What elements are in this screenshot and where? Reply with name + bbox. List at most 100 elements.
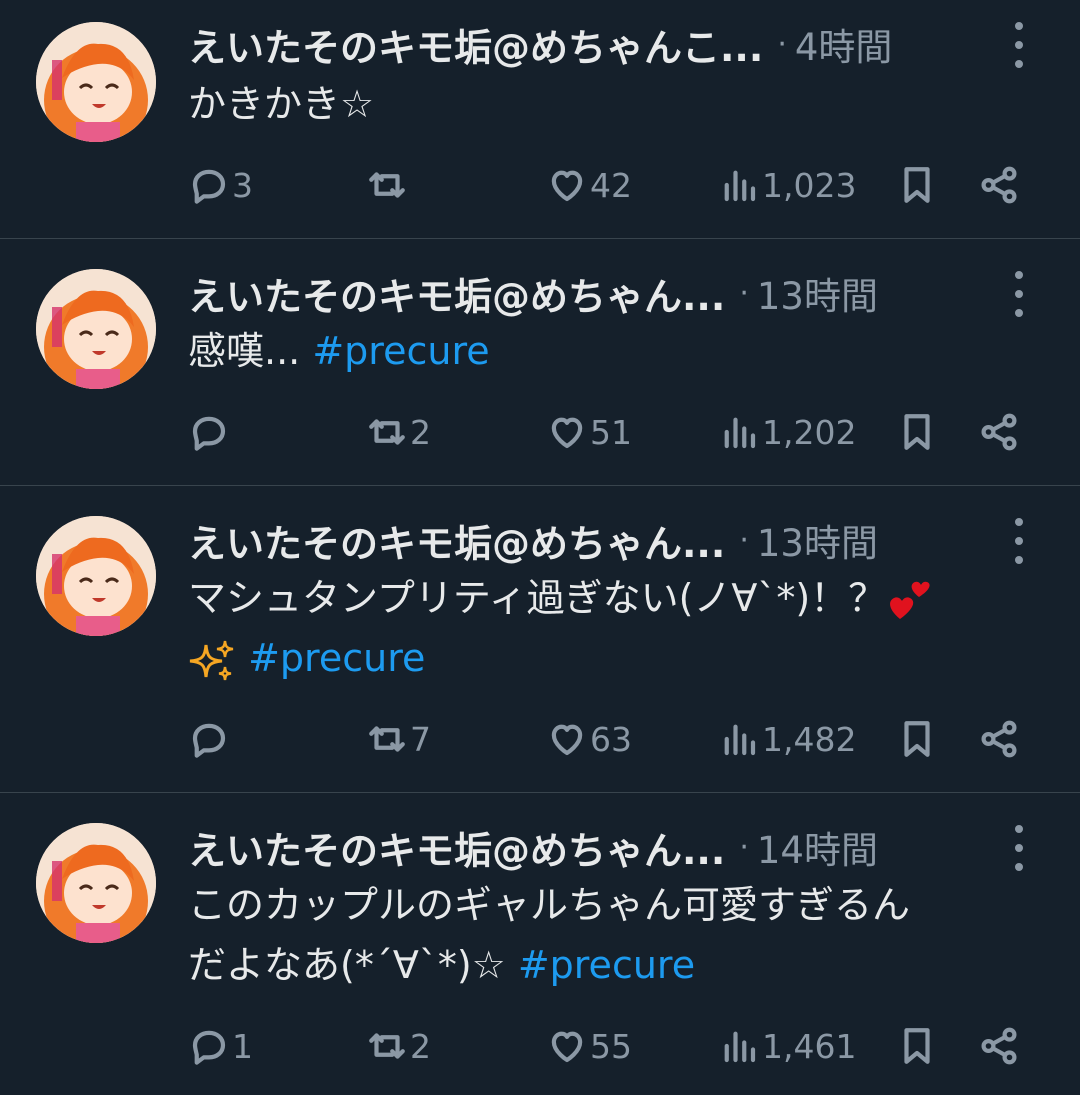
views-button[interactable]: 1,461 bbox=[718, 1021, 856, 1071]
like-button[interactable]: 51 bbox=[546, 407, 632, 457]
tweet-text-content: マシュタンプリティ過ぎない(ノ∀`*)！？ bbox=[188, 576, 887, 620]
tweet-text: マシュタンプリティ過ぎない(ノ∀`*)！？ #precure bbox=[188, 568, 1040, 688]
two-hearts-emoji-icon bbox=[890, 581, 930, 619]
timestamp[interactable]: 14時間 bbox=[757, 820, 878, 874]
timestamp[interactable]: 13時間 bbox=[757, 266, 878, 320]
display-name[interactable]: えいたそのキモ垢@めちゃん... bbox=[188, 513, 725, 568]
timestamp[interactable]: 13時間 bbox=[757, 513, 878, 567]
retweet-icon bbox=[369, 726, 405, 752]
share-icon bbox=[981, 1027, 1017, 1065]
like-count: 63 bbox=[590, 719, 632, 759]
tweet-text-content: 感嘆... bbox=[188, 329, 301, 373]
hashtag-link[interactable]: #precure bbox=[312, 329, 489, 373]
retweet-icon bbox=[369, 419, 405, 445]
share-button[interactable] bbox=[978, 160, 1020, 210]
reply-button[interactable]: 1 bbox=[188, 1021, 253, 1071]
share-button[interactable] bbox=[978, 714, 1020, 764]
heart-icon bbox=[551, 170, 583, 202]
retweet-button[interactable]: 2 bbox=[366, 407, 431, 457]
bookmark-button[interactable] bbox=[896, 407, 938, 457]
views-button[interactable]: 1,202 bbox=[718, 407, 856, 457]
action-bar: 7 63 1,482 bbox=[188, 714, 1028, 764]
heart-icon bbox=[551, 417, 583, 449]
reply-button[interactable] bbox=[188, 407, 232, 457]
tweet[interactable]: えいたそのキモ垢@めちゃん... · 13時間 マシュタンプリティ過ぎない(ノ∀… bbox=[0, 486, 1080, 793]
timestamp[interactable]: 4時間 bbox=[795, 17, 893, 71]
more-icon[interactable] bbox=[1004, 825, 1034, 871]
share-button[interactable] bbox=[978, 407, 1020, 457]
separator-dot: · bbox=[777, 26, 787, 62]
reply-icon bbox=[192, 416, 226, 451]
views-icon bbox=[724, 170, 756, 202]
views-count: 1,202 bbox=[762, 412, 857, 452]
more-icon[interactable] bbox=[1004, 22, 1034, 68]
display-name[interactable]: えいたそのキモ垢@めちゃん... bbox=[188, 266, 725, 321]
avatar[interactable] bbox=[36, 823, 156, 943]
like-button[interactable]: 55 bbox=[546, 1021, 632, 1071]
retweet-icon bbox=[369, 1033, 405, 1059]
views-button[interactable]: 1,023 bbox=[718, 160, 856, 210]
display-name[interactable]: えいたそのキモ垢@めちゃんこ... bbox=[188, 17, 763, 72]
tweet-text: 感嘆... #precure bbox=[188, 321, 1040, 381]
more-icon[interactable] bbox=[1004, 271, 1034, 317]
bookmark-icon bbox=[904, 167, 930, 203]
avatar[interactable] bbox=[36, 516, 156, 636]
retweet-icon bbox=[369, 172, 405, 198]
reply-button[interactable] bbox=[188, 714, 232, 764]
tweet-text-content: かきかき☆ bbox=[188, 82, 375, 126]
bookmark-button[interactable] bbox=[896, 714, 938, 764]
views-count: 1,023 bbox=[762, 165, 857, 205]
retweet-count: 2 bbox=[410, 1026, 431, 1066]
separator-dot: · bbox=[739, 829, 749, 865]
retweet-count: 7 bbox=[410, 719, 431, 759]
heart-icon bbox=[551, 724, 583, 756]
bookmark-icon bbox=[904, 414, 930, 450]
reply-count: 3 bbox=[232, 165, 253, 205]
views-count: 1,482 bbox=[762, 719, 857, 759]
action-bar: 1 2 55 1,461 bbox=[188, 1021, 1028, 1071]
more-icon[interactable] bbox=[1004, 518, 1034, 564]
like-button[interactable]: 42 bbox=[546, 160, 632, 210]
retweet-button[interactable] bbox=[366, 160, 410, 210]
bookmark-button[interactable] bbox=[896, 160, 938, 210]
separator-dot: · bbox=[739, 522, 749, 558]
display-name[interactable]: えいたそのキモ垢@めちゃん... bbox=[188, 820, 725, 875]
like-count: 55 bbox=[590, 1026, 632, 1066]
tweet-text: かきかき☆ bbox=[188, 74, 1040, 134]
avatar[interactable] bbox=[36, 269, 156, 389]
bookmark-icon bbox=[904, 721, 930, 757]
heart-icon bbox=[551, 1031, 583, 1063]
avatar[interactable] bbox=[36, 22, 156, 142]
views-button[interactable]: 1,482 bbox=[718, 714, 856, 764]
like-count: 42 bbox=[590, 165, 632, 205]
reply-icon bbox=[192, 1030, 226, 1065]
reply-icon bbox=[192, 169, 226, 204]
like-count: 51 bbox=[590, 412, 632, 452]
tweet[interactable]: えいたそのキモ垢@めちゃん... · 13時間 感嘆... #precure 2… bbox=[0, 239, 1080, 486]
like-button[interactable]: 63 bbox=[546, 714, 632, 764]
bookmark-button[interactable] bbox=[896, 1021, 938, 1071]
views-icon bbox=[724, 724, 756, 756]
avatar-image bbox=[36, 516, 156, 636]
reply-button[interactable]: 3 bbox=[188, 160, 253, 210]
retweet-button[interactable]: 2 bbox=[366, 1021, 431, 1071]
tweet[interactable]: えいたそのキモ垢@めちゃん... · 14時間 このカップルのギャルちゃん可愛す… bbox=[0, 793, 1080, 1095]
action-bar: 3 42 1,023 bbox=[188, 160, 1028, 210]
hashtag-link[interactable]: #precure bbox=[518, 943, 695, 987]
share-button[interactable] bbox=[978, 1021, 1020, 1071]
reply-count: 1 bbox=[232, 1026, 253, 1066]
retweet-button[interactable]: 7 bbox=[366, 714, 431, 764]
tweet[interactable]: えいたそのキモ垢@めちゃんこ... · 4時間 かきかき☆ 3 42 1,023 bbox=[0, 0, 1080, 239]
share-icon bbox=[981, 720, 1017, 758]
separator-dot: · bbox=[739, 275, 749, 311]
views-icon bbox=[724, 1031, 756, 1063]
avatar-image bbox=[36, 22, 156, 142]
tweet-text-line1: このカップルのギャルちゃん可愛すぎるん bbox=[188, 883, 911, 927]
views-count: 1,461 bbox=[762, 1026, 857, 1066]
action-bar: 2 51 1,202 bbox=[188, 407, 1028, 457]
sparkles-emoji-icon bbox=[189, 640, 234, 680]
reply-icon bbox=[192, 723, 226, 758]
tweet-text-line2: だよなあ(*´∀`*)☆ bbox=[188, 943, 506, 987]
retweet-count: 2 bbox=[410, 412, 431, 452]
hashtag-link[interactable]: #precure bbox=[248, 636, 425, 680]
